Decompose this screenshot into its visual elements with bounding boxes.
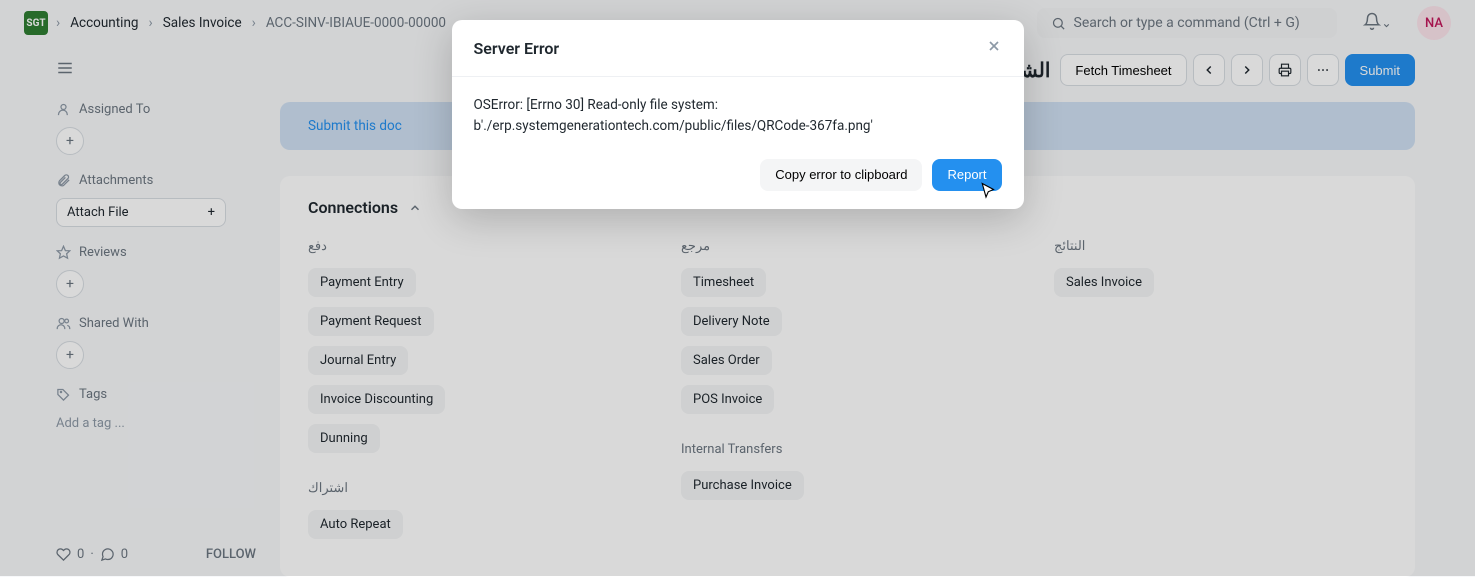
close-button[interactable] bbox=[986, 38, 1002, 58]
error-line-2: b'./erp.systemgenerationtech.com/public/… bbox=[474, 116, 1002, 137]
modal-footer: Copy error to clipboard Report bbox=[452, 149, 1024, 209]
error-line-1: OSError: [Errno 30] Read-only file syste… bbox=[474, 95, 1002, 116]
report-button[interactable]: Report bbox=[932, 159, 1001, 191]
modal-header: Server Error bbox=[452, 20, 1024, 77]
modal-title: Server Error bbox=[474, 39, 986, 58]
close-icon bbox=[986, 38, 1002, 54]
error-modal: Server Error OSError: [Errno 30] Read-on… bbox=[452, 20, 1024, 209]
copy-error-button[interactable]: Copy error to clipboard bbox=[760, 159, 922, 191]
modal-body: OSError: [Errno 30] Read-only file syste… bbox=[452, 77, 1024, 149]
